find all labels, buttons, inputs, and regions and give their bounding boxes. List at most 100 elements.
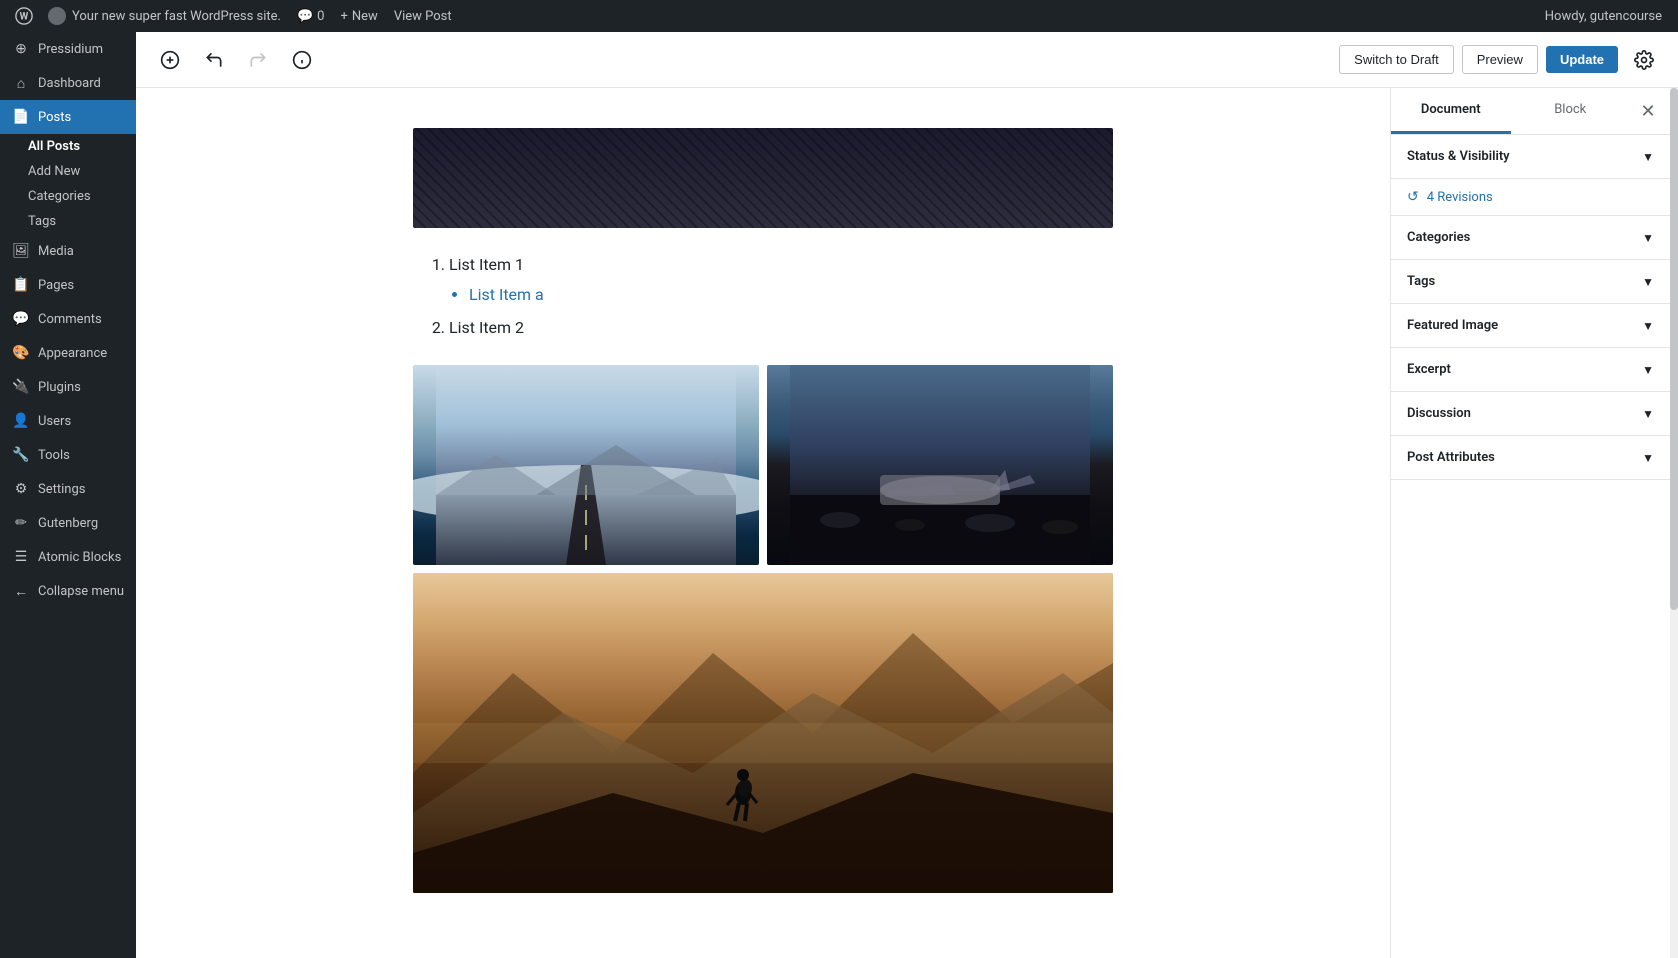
panel-section-discussion: Discussion ▼ [1391, 392, 1670, 436]
gallery-image-plane[interactable] [767, 365, 1113, 565]
editor-area: Switch to Draft Preview Update [136, 32, 1678, 958]
header-image-block[interactable] [413, 128, 1113, 228]
sidebar-item-pages[interactable]: 📋 Pages [0, 268, 136, 302]
sidebar-item-posts[interactable]: 📄 Posts [0, 100, 136, 134]
post-attributes-header[interactable]: Post Attributes ▼ [1391, 436, 1670, 479]
sidebar-item-all-posts[interactable]: All Posts [0, 134, 136, 159]
sidebar-item-appearance[interactable]: 🎨 Appearance [0, 336, 136, 370]
panel-section-revisions: ↺ 4 Revisions [1391, 179, 1670, 216]
list-item-2: List Item 2 [449, 315, 1113, 341]
update-button[interactable]: Update [1546, 46, 1618, 73]
featured-image-label: Featured Image [1407, 318, 1498, 333]
revisions-item[interactable]: ↺ 4 Revisions [1391, 179, 1670, 215]
sidebar-item-add-new[interactable]: Add New [0, 159, 136, 184]
sidebar-item-dashboard[interactable]: ⌂ Dashboard [0, 66, 136, 100]
editor-content[interactable]: List Item 1 List Item a List Item 2 [136, 88, 1390, 958]
sidebar-item-gutenberg[interactable]: ✏ Gutenberg [0, 506, 136, 540]
excerpt-chevron: ▼ [1642, 363, 1654, 377]
site-icon [48, 7, 66, 25]
undo-button[interactable] [196, 42, 232, 78]
discussion-header[interactable]: Discussion ▼ [1391, 392, 1670, 435]
admin-bar-comments[interactable]: 💬 0 [289, 9, 333, 24]
tab-block[interactable]: Block [1511, 88, 1631, 134]
categories-label: Categories [28, 189, 91, 204]
sidebar-item-collapse[interactable]: ← Collapse menu [0, 574, 136, 608]
sidebar: ⊕ Pressidium ⌂ Dashboard 📄 Posts All Pos… [0, 32, 136, 958]
featured-image-chevron: ▼ [1642, 319, 1654, 333]
admin-bar-greeting: Howdy, gutencourse [1537, 9, 1670, 24]
settings-icon: ⚙ [12, 480, 30, 498]
status-visibility-label: Status & Visibility [1407, 149, 1510, 164]
preview-button[interactable]: Preview [1462, 45, 1538, 74]
gallery-image-road[interactable] [413, 365, 759, 565]
sidebar-item-atomic-blocks[interactable]: ☰ Atomic Blocks [0, 540, 136, 574]
sidebar-item-media[interactable]: 🖼 Media [0, 234, 136, 268]
editor-content-inner: List Item 1 List Item a List Item 2 [413, 128, 1113, 893]
sidebar-item-users[interactable]: 👤 Users [0, 404, 136, 438]
info-button[interactable] [284, 42, 320, 78]
sidebar-item-settings[interactable]: ⚙ Settings [0, 472, 136, 506]
admin-bar-view-post[interactable]: View Post [386, 9, 460, 24]
switch-to-draft-button[interactable]: Switch to Draft [1339, 45, 1454, 74]
sidebar-item-users-label: Users [38, 414, 71, 429]
status-visibility-header[interactable]: Status & Visibility ▼ [1391, 135, 1670, 178]
tab-document[interactable]: Document [1391, 88, 1511, 134]
sidebar-item-tags[interactable]: Tags [0, 209, 136, 234]
tab-block-label: Block [1554, 102, 1586, 117]
wp-logo[interactable]: W [8, 0, 40, 32]
add-block-button[interactable] [152, 42, 188, 78]
sidebar-item-comments-label: Comments [38, 312, 102, 327]
greeting-label: Howdy, gutencourse [1545, 9, 1662, 24]
sidebar-item-collapse-label: Collapse menu [38, 584, 124, 599]
add-new-label: Add New [28, 164, 80, 179]
sidebar-item-categories[interactable]: Categories [0, 184, 136, 209]
sidebar-item-tools-label: Tools [38, 448, 70, 463]
list-item-2-text: List Item 2 [449, 318, 524, 337]
list-item-1: List Item 1 List Item a [449, 252, 1113, 307]
list-item-a-text: List Item a [469, 285, 544, 304]
pressidium-icon: ⊕ [12, 40, 30, 58]
tags-chevron: ▼ [1642, 275, 1654, 289]
posts-icon: 📄 [12, 108, 30, 126]
new-label: New [352, 9, 378, 24]
header-image-inner [413, 128, 1113, 228]
comment-count: 0 [317, 9, 324, 24]
admin-bar: W Your new super fast WordPress site. 💬 … [0, 0, 1678, 32]
excerpt-header[interactable]: Excerpt ▼ [1391, 348, 1670, 391]
gutenberg-icon: ✏ [12, 514, 30, 532]
sidebar-item-tools[interactable]: 🔧 Tools [0, 438, 136, 472]
tools-icon: 🔧 [12, 446, 30, 464]
tags-label: Tags [28, 214, 56, 229]
sidebar-item-comments[interactable]: 💬 Comments [0, 302, 136, 336]
excerpt-label: Excerpt [1407, 362, 1451, 377]
list-item-1-text: List Item 1 [449, 255, 524, 274]
sidebar-item-media-label: Media [38, 244, 74, 259]
categories-header[interactable]: Categories ▼ [1391, 216, 1670, 259]
gallery-image-mountain[interactable] [413, 573, 1113, 893]
tags-header[interactable]: Tags ▼ [1391, 260, 1670, 303]
sidebar-item-gutenberg-label: Gutenberg [38, 516, 98, 531]
dashboard-icon: ⌂ [12, 74, 30, 92]
featured-image-header[interactable]: Featured Image ▼ [1391, 304, 1670, 347]
collapse-icon: ← [12, 582, 30, 600]
panel-section-featured-image: Featured Image ▼ [1391, 304, 1670, 348]
sidebar-item-plugins[interactable]: 🔌 Plugins [0, 370, 136, 404]
settings-panel-button[interactable] [1626, 42, 1662, 78]
sidebar-item-atomic-blocks-label: Atomic Blocks [38, 550, 121, 565]
close-panel-button[interactable]: ✕ [1630, 93, 1666, 129]
right-panel-body: Status & Visibility ▼ ↺ 4 Revisions [1391, 135, 1670, 958]
categories-label: Categories [1407, 230, 1470, 245]
admin-bar-new[interactable]: + New [332, 9, 385, 24]
admin-bar-site[interactable]: Your new super fast WordPress site. [40, 7, 289, 25]
sidebar-item-pressidium[interactable]: ⊕ Pressidium [0, 32, 136, 66]
redo-button[interactable] [240, 42, 276, 78]
close-icon: ✕ [1640, 101, 1655, 122]
right-scrollbar[interactable] [1670, 88, 1678, 958]
tags-label: Tags [1407, 274, 1435, 289]
gallery-row-1 [413, 365, 1113, 565]
revisions-icon: ↺ [1407, 189, 1419, 205]
post-attributes-label: Post Attributes [1407, 450, 1495, 465]
sidebar-item-pages-label: Pages [38, 278, 74, 293]
list-block[interactable]: List Item 1 List Item a List Item 2 [413, 252, 1113, 341]
panel-section-categories: Categories ▼ [1391, 216, 1670, 260]
